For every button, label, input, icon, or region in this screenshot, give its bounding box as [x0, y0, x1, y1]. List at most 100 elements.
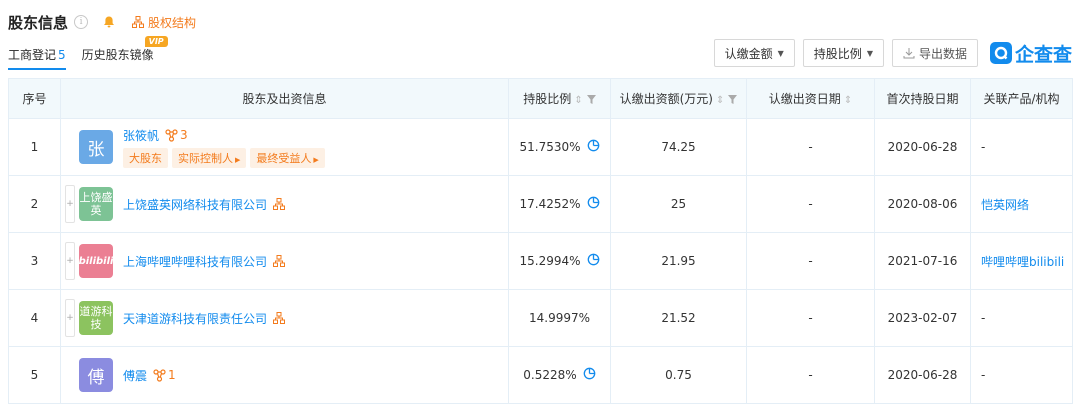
holder-cell: + 上饶盛英 上饶盛英网络科技有限公司 [61, 176, 508, 232]
tab-label: 工商登记 [8, 48, 57, 62]
tab-business-registration[interactable]: 工商登记 5 [8, 46, 66, 70]
avatar: bilibili [79, 244, 113, 278]
tab-bar: 工商登记 5 历史股东镜像 VIP [8, 36, 170, 70]
dropdown-label: 持股比例 [813, 46, 862, 61]
cell-first-date: 2023-02-07 [874, 289, 971, 347]
pie-chart-icon[interactable] [587, 253, 600, 269]
holder-cell: 傅傅震 1 [61, 347, 508, 403]
qichacha-logo: 企查查 [989, 40, 1072, 67]
vip-badge: VIP [144, 36, 168, 47]
org-chart-icon [132, 16, 145, 28]
sort-icon[interactable]: ⇕ [844, 95, 852, 106]
dropdown-label: 认缴金额 [724, 46, 773, 61]
header-ratio-label: 持股比例 [523, 92, 572, 106]
section-title: 股东信息 [8, 13, 69, 32]
cell-amount: 21.52 [610, 289, 747, 347]
equity-structure-label: 股权结构 [148, 15, 197, 30]
subscribed-amount-dropdown[interactable]: 认缴金额 ▼ [713, 39, 795, 67]
header-amount[interactable]: 认缴出资额(万元) ⇕ [610, 78, 747, 119]
export-label: 导出数据 [918, 46, 967, 61]
holder-cell: + bilibili 上海哔哩哔哩科技有限公司 [61, 233, 508, 289]
export-button[interactable]: 导出数据 [891, 39, 978, 67]
sort-icon[interactable]: ⇕ [574, 95, 582, 106]
cell-index: 5 [8, 346, 61, 404]
table-row: 1 张张筱帆 3 大股东 实际控制人 ▶ 最终受益人 ▶ 51.7530% 74.25-2020-… [8, 118, 1073, 176]
avatar: 傅 [79, 358, 113, 392]
header-ratio[interactable]: 持股比例 ⇕ [508, 78, 611, 119]
holder-tag[interactable]: 实际控制人 ▶ [172, 147, 247, 168]
pie-chart-icon[interactable] [583, 367, 596, 383]
expand-icon[interactable]: + [65, 185, 75, 223]
caret-down-icon: ▼ [866, 48, 873, 58]
table-header-row: 序号 股东及出资信息 持股比例 ⇕ 认缴出资额(万元) ⇕ 认缴出资日期 ⇕ 首次持股… [8, 78, 1073, 119]
cell-related[interactable]: 哔哩哔哩bilibili [981, 255, 1064, 269]
cell-date: - [746, 175, 875, 233]
cell-index: 2 [8, 175, 61, 233]
cell-amount: 0.75 [610, 346, 747, 404]
org-chart-icon[interactable] [273, 312, 287, 324]
bell-icon[interactable] [100, 13, 118, 31]
tag-label: 实际控制人 [178, 151, 233, 165]
pie-chart-icon[interactable] [587, 196, 600, 212]
toolbar: 认缴金额 ▼ 持股比例 ▼ 导出数据 企查查 [706, 38, 1072, 68]
header-related: 关联产品/机构 [970, 78, 1073, 119]
filter-icon[interactable] [586, 95, 596, 104]
holder-name-link[interactable]: 上饶盛英网络科技有限公司 [123, 196, 267, 213]
logo-text: 企查查 [1014, 43, 1072, 66]
avatar: 上饶盛英 [79, 187, 113, 221]
cell-date: - [746, 289, 875, 347]
tag-arrow-icon: ▶ [313, 155, 319, 164]
cell-index: 4 [8, 289, 61, 347]
header-first-date: 首次持股日期 [874, 78, 971, 119]
pie-chart-icon[interactable] [587, 139, 600, 155]
table-row: 3 + bilibili 上海哔哩哔哩科技有限公司 15.2994% 21.95-2021… [8, 232, 1073, 290]
cell-date: - [746, 232, 875, 290]
expand-icon[interactable]: + [65, 299, 75, 337]
holder-tag[interactable]: 最终受益人 ▶ [250, 147, 325, 168]
equity-structure-link[interactable]: 股权结构 [132, 14, 196, 31]
cell-first-date: 2021-07-16 [874, 232, 971, 290]
table-row: 4 + 道游科技 天津道游科技有限责任公司 14.9997% 21.52-2023-02-… [8, 289, 1073, 347]
relation-graph-icon[interactable]: 3 [165, 128, 188, 142]
header-date[interactable]: 认缴出资日期 ⇕ [746, 78, 875, 119]
cell-ratio: 17.4252% [519, 197, 581, 211]
header-index: 序号 [8, 78, 61, 119]
cell-amount: 21.95 [610, 232, 747, 290]
cell-date: - [746, 118, 875, 176]
share-ratio-dropdown[interactable]: 持股比例 ▼ [802, 39, 884, 67]
cell-ratio: 15.2994% [519, 254, 581, 268]
org-chart-icon[interactable] [273, 255, 287, 267]
tab-history-shareholders[interactable]: 历史股东镜像 VIP [81, 36, 168, 70]
avatar: 张 [79, 130, 113, 164]
table-row: 5 傅傅震 1 0.5228% 0.75-2020-06-28- [8, 346, 1073, 404]
holder-cell: + 道游科技 天津道游科技有限责任公司 [61, 290, 508, 346]
cell-date: - [746, 346, 875, 404]
cell-ratio: 14.9997% [528, 311, 591, 325]
cell-related: - [981, 140, 986, 154]
cell-index: 3 [8, 232, 61, 290]
info-icon[interactable]: i [74, 15, 89, 29]
section-header: 股东信息 i 股权结构 [8, 10, 196, 34]
cell-amount: 25 [610, 175, 747, 233]
tag-label: 最终受益人 [256, 151, 312, 165]
holder-name-link[interactable]: 张筱帆 [123, 127, 159, 144]
expand-icon[interactable]: + [65, 242, 75, 280]
cell-related[interactable]: 恺英网络 [981, 198, 1029, 212]
header-date-label: 认缴出资日期 [768, 92, 841, 106]
cell-first-date: 2020-08-06 [874, 175, 971, 233]
filter-icon[interactable] [728, 95, 738, 104]
tab-count: 5 [58, 48, 66, 62]
relation-graph-icon[interactable]: 1 [153, 368, 176, 382]
sort-icon[interactable]: ⇕ [716, 95, 724, 106]
tab-label: 历史股东镜像 [81, 48, 154, 62]
avatar: 道游科技 [79, 301, 113, 335]
org-chart-icon[interactable] [273, 198, 287, 210]
tag-arrow-icon: ▶ [235, 155, 241, 164]
table-row: 2 + 上饶盛英 上饶盛英网络科技有限公司 17.4252% 25-2020-08-06 恺… [8, 175, 1073, 233]
cell-amount: 74.25 [610, 118, 747, 176]
holder-name-link[interactable]: 上海哔哩哔哩科技有限公司 [123, 253, 267, 270]
cell-ratio: 51.7530% [519, 140, 581, 154]
holder-name-link[interactable]: 傅震 [123, 367, 147, 384]
relation-count: 3 [180, 128, 188, 142]
holder-name-link[interactable]: 天津道游科技有限责任公司 [123, 310, 267, 327]
